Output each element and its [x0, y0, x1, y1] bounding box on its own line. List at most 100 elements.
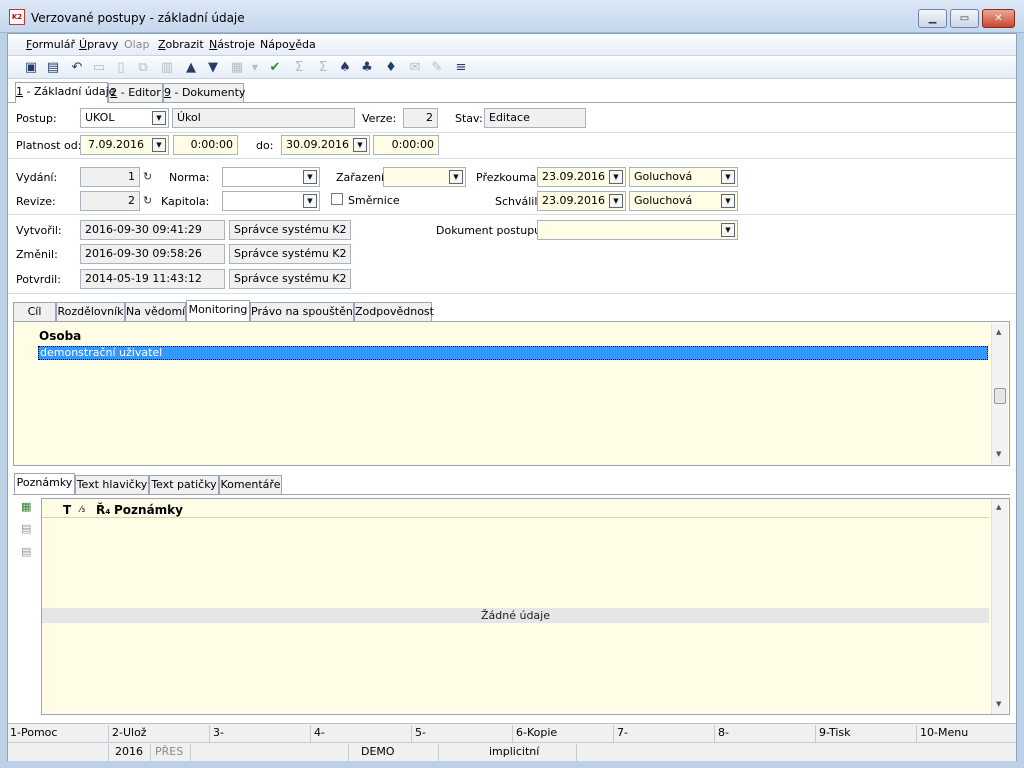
- platnost-do-time[interactable]: 0:00:00: [373, 135, 439, 155]
- save-as-icon[interactable]: ▤: [44, 59, 62, 77]
- platnost-od-date[interactable]: 7.09.2016 ▼: [80, 135, 169, 155]
- fkey-5[interactable]: 5-: [415, 726, 426, 739]
- binoculars-icon[interactable]: ♠: [336, 59, 354, 77]
- tab-zakladni-udaje[interactable]: 1 - Základní údaje: [15, 82, 115, 103]
- tab-rozdelovnik[interactable]: Rozdělovník: [56, 302, 125, 322]
- undo-icon[interactable]: ↶: [68, 59, 86, 77]
- scroll-down-icon[interactable]: ▼: [996, 700, 1001, 708]
- chevron-down-icon[interactable]: ▼: [353, 138, 367, 152]
- column-header-r[interactable]: Ř₄: [96, 503, 111, 517]
- minimize-button[interactable]: ▁: [918, 9, 947, 28]
- scrollbar[interactable]: ▲ ▼: [991, 499, 1008, 714]
- delete-note-icon[interactable]: ▤: [21, 545, 31, 558]
- fkey-3[interactable]: 3-: [213, 726, 224, 739]
- find-filter-icon[interactable]: ♦: [382, 59, 400, 77]
- scroll-down-icon[interactable]: ▼: [996, 450, 1001, 458]
- chevron-down-icon[interactable]: ▼: [721, 223, 735, 237]
- new-document-icon[interactable]: ▯: [112, 59, 130, 77]
- tab-text-hlavicky[interactable]: Text hlavičky: [75, 475, 149, 495]
- tab-pravo-na-spousteni[interactable]: Právo na spouštění: [250, 302, 356, 322]
- column-header-t[interactable]: T: [63, 503, 71, 517]
- potvrdil-time[interactable]: 2014-05-19 11:43:12: [80, 269, 225, 289]
- tab-monitoring[interactable]: Monitoring: [186, 300, 250, 321]
- refresh-icon[interactable]: ↻: [143, 170, 152, 183]
- potvrdil-user[interactable]: Správce systému K2: [229, 269, 351, 289]
- chevron-down-icon[interactable]: ▼: [449, 170, 463, 184]
- menu-upravy[interactable]: Úpravy: [79, 38, 118, 51]
- column-header-poznamky[interactable]: Poznámky: [114, 503, 183, 517]
- zarazeni-select[interactable]: ▼: [383, 167, 466, 187]
- stav-field[interactable]: Editace: [484, 108, 586, 128]
- maximize-button[interactable]: ▭: [950, 9, 979, 28]
- chevron-down-icon[interactable]: ▼: [721, 194, 735, 208]
- platnost-do-date[interactable]: 30.09.2016 ▼: [281, 135, 370, 155]
- tab-editor[interactable]: 2 - Editor: [108, 83, 163, 103]
- find-next-icon[interactable]: ♣: [358, 59, 376, 77]
- arrow-down-icon[interactable]: ▼: [204, 59, 222, 77]
- chevron-down-icon[interactable]: ▼: [609, 194, 623, 208]
- tab-komentare[interactable]: Komentáře: [219, 475, 282, 495]
- platnost-od-time[interactable]: 0:00:00: [173, 135, 238, 155]
- sum-filter-icon[interactable]: Σ: [314, 59, 332, 77]
- fkey-10[interactable]: 10-Menu: [920, 726, 968, 739]
- kapitola-select[interactable]: ▼: [222, 191, 320, 211]
- tab-dokumenty[interactable]: 9 - Dokumenty: [163, 83, 245, 103]
- fkey-2[interactable]: 2-Ulož: [112, 726, 147, 739]
- scroll-thumb[interactable]: [994, 388, 1006, 404]
- dokument-select[interactable]: ▼: [537, 220, 738, 240]
- menu-list-icon[interactable]: ≡: [452, 59, 470, 77]
- save-icon[interactable]: ▣: [22, 59, 40, 77]
- zmenil-time[interactable]: 2016-09-30 09:58:26: [80, 244, 225, 264]
- postup-name-field[interactable]: Úkol: [172, 108, 355, 128]
- book-icon[interactable]: ▥: [158, 59, 176, 77]
- tab-text-paticky[interactable]: Text patičky: [149, 475, 219, 495]
- close-button[interactable]: ✕: [982, 9, 1015, 28]
- notes-grid[interactable]: [41, 498, 1010, 715]
- chevron-down-icon[interactable]: ▼: [721, 170, 735, 184]
- tab-zodpovednost[interactable]: Zodpovědnost: [354, 302, 434, 322]
- tab-cil[interactable]: Cíl: [13, 302, 56, 322]
- menu-zobrazit[interactable]: Zobrazit: [158, 38, 204, 51]
- mail-icon[interactable]: ✉: [406, 59, 424, 77]
- chevron-down-icon[interactable]: ▼: [303, 170, 317, 184]
- chevron-down-icon[interactable]: ▼: [152, 138, 166, 152]
- postup-select[interactable]: UKOL ▼: [80, 108, 169, 128]
- scroll-up-icon[interactable]: ▲: [996, 328, 1001, 336]
- prezkoumal-date[interactable]: 23.09.2016 ▼: [537, 167, 626, 187]
- refresh-icon[interactable]: ↻: [143, 194, 152, 207]
- chevron-down-icon[interactable]: ▼: [246, 59, 264, 77]
- edit-icon[interactable]: ✎: [428, 59, 446, 77]
- vydani-field[interactable]: 1: [80, 167, 140, 187]
- scrollbar[interactable]: ▲ ▼: [991, 324, 1008, 464]
- fkey-4[interactable]: 4-: [314, 726, 325, 739]
- schvalil-date[interactable]: 23.09.2016 ▼: [537, 191, 626, 211]
- fkey-9[interactable]: 9-Tisk: [819, 726, 851, 739]
- scroll-up-icon[interactable]: ▲: [996, 503, 1001, 511]
- fkey-1[interactable]: 1-Pomoc: [10, 726, 57, 739]
- revize-field[interactable]: 2: [80, 191, 140, 211]
- menu-olap[interactable]: Olap: [124, 38, 149, 51]
- column-header-slash[interactable]: ⁄₃: [80, 505, 85, 515]
- fkey-6[interactable]: 6-Kopie: [516, 726, 557, 739]
- norma-select[interactable]: ▼: [222, 167, 320, 187]
- menu-formular[interactable]: Formulář: [26, 38, 75, 51]
- monitoring-grid[interactable]: [13, 321, 1010, 466]
- export-icon[interactable]: ▦: [228, 59, 246, 77]
- open-folder-icon[interactable]: ▭: [90, 59, 108, 77]
- menu-napoveda[interactable]: Nápověda: [260, 38, 316, 51]
- arrow-up-icon[interactable]: ▲: [182, 59, 200, 77]
- chevron-down-icon[interactable]: ▼: [303, 194, 317, 208]
- vytvoril-user[interactable]: Správce systému K2: [229, 220, 351, 240]
- tab-poznamky[interactable]: Poznámky: [14, 473, 75, 494]
- sum-icon[interactable]: Σ: [290, 59, 308, 77]
- table-row[interactable]: demonstrační uživatel: [38, 346, 988, 360]
- zmenil-user[interactable]: Správce systému K2: [229, 244, 351, 264]
- copy-icon[interactable]: ⧉: [134, 59, 152, 77]
- chevron-down-icon[interactable]: ▼: [609, 170, 623, 184]
- filter-icon[interactable]: ✔: [266, 59, 284, 77]
- fkey-7[interactable]: 7-: [617, 726, 628, 739]
- fkey-8[interactable]: 8-: [718, 726, 729, 739]
- verze-field[interactable]: 2: [403, 108, 438, 128]
- chevron-down-icon[interactable]: ▼: [152, 111, 166, 125]
- prezkoumal-person[interactable]: Goluchová ▼: [629, 167, 738, 187]
